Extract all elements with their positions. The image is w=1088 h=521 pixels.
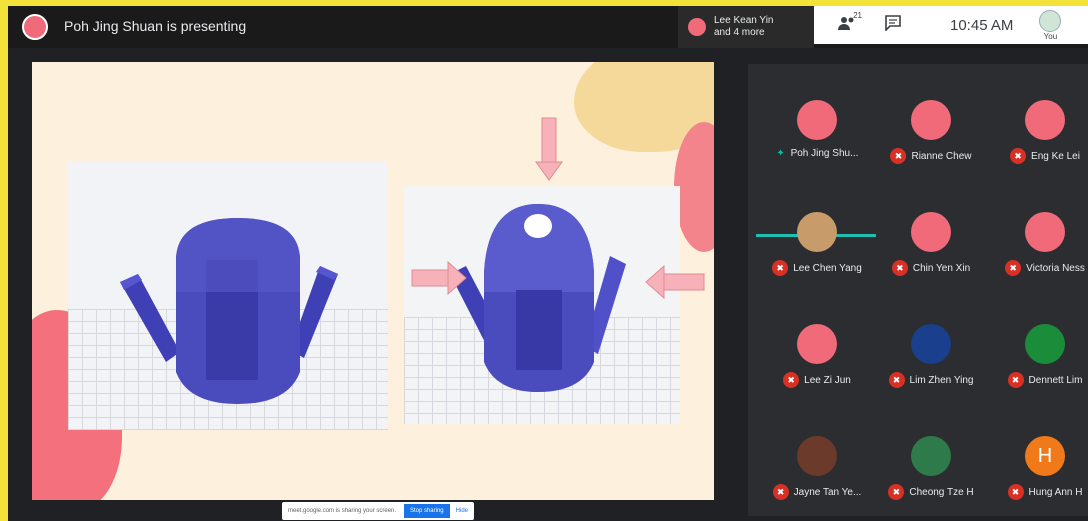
people-icon[interactable]: 21 bbox=[830, 11, 864, 36]
clock: 10:45 AM bbox=[950, 16, 1014, 34]
mic-on-icon: ✦ bbox=[776, 148, 785, 159]
mic-off-icon: ✖ bbox=[888, 372, 905, 388]
participant-tile[interactable]: ✖ Lim Zhen Ying bbox=[872, 316, 990, 416]
participant-name: Lee Zi Jun bbox=[804, 374, 851, 386]
arrow-left-icon bbox=[645, 264, 705, 300]
shared-screen bbox=[32, 62, 714, 500]
participant-avatar bbox=[797, 212, 837, 252]
participant-avatar: H bbox=[1025, 436, 1065, 476]
mic-off-icon: ✖ bbox=[772, 484, 789, 500]
participant-name: Hung Ann H bbox=[1028, 486, 1083, 498]
chat-icon[interactable] bbox=[876, 14, 910, 36]
participant-name: Chin Yen Xin bbox=[912, 262, 971, 274]
participant-name: Lim Zhen Ying bbox=[909, 374, 974, 386]
stop-sharing-button[interactable]: Stop sharing bbox=[403, 504, 450, 518]
self-avatar[interactable]: You bbox=[1039, 9, 1062, 41]
participant-name: Lee Chen Yang bbox=[793, 262, 862, 274]
share-message: meet.google.com is sharing your screen. bbox=[288, 508, 397, 514]
participant-tile[interactable]: ✖ Dennett Lim bbox=[986, 316, 1088, 416]
presenting-label: Poh Jing Shuan is presenting bbox=[64, 18, 247, 34]
presenter-avatar bbox=[22, 14, 48, 40]
participant-name: Jayne Tan Ye... bbox=[793, 486, 862, 498]
people-count: 21 bbox=[853, 10, 862, 20]
meeting-controls: 21 10:45 AM You bbox=[814, 6, 1088, 44]
participants-grid: ✦ Poh Jing Shu... ✖ Rianne Chew ✖ Eng Ke Lei ✖… bbox=[748, 64, 1088, 516]
participant-tile[interactable]: ✖ Cheong Tze H bbox=[872, 428, 990, 521]
mic-off-icon: ✖ bbox=[1007, 484, 1024, 500]
participant-avatar bbox=[1025, 212, 1065, 252]
participant-avatar bbox=[911, 100, 951, 140]
you-avatar bbox=[1039, 9, 1062, 32]
mic-off-icon: ✖ bbox=[783, 372, 800, 388]
participant-avatar bbox=[797, 324, 837, 364]
participant-tile[interactable]: ✖ Lee Chen Yang bbox=[758, 204, 876, 304]
participant-tile[interactable]: H ✖ Hung Ann H bbox=[986, 428, 1088, 521]
participant-tile[interactable]: ✖ Lee Zi Jun bbox=[758, 316, 876, 416]
top-bar: Poh Jing Shuan is presenting Lee Kean Yi… bbox=[8, 6, 1088, 48]
participant-avatar bbox=[911, 436, 951, 476]
others-avatar bbox=[688, 18, 706, 36]
participant-tile[interactable]: ✖ Chin Yen Xin bbox=[872, 204, 990, 304]
participant-avatar bbox=[1025, 100, 1065, 140]
participant-name: Eng Ke Lei bbox=[1031, 150, 1080, 162]
mic-off-icon: ✖ bbox=[888, 484, 905, 500]
participant-name: Rianne Chew bbox=[911, 150, 972, 162]
others-more: and 4 more bbox=[714, 27, 765, 38]
annotation-arrows bbox=[411, 117, 705, 300]
participant-tile[interactable]: ✦ Poh Jing Shu... bbox=[758, 92, 876, 192]
mic-off-icon: ✖ bbox=[772, 260, 789, 276]
participant-name: Cheong Tze H bbox=[909, 486, 974, 498]
participant-avatar bbox=[797, 100, 837, 140]
you-label: You bbox=[1043, 31, 1058, 41]
participant-name: Victoria Ness bbox=[1026, 262, 1085, 274]
arrow-down-icon bbox=[535, 117, 563, 181]
mic-off-icon: ✖ bbox=[891, 260, 908, 276]
participant-avatar bbox=[797, 436, 837, 476]
others-name: Lee Kean Yin bbox=[714, 15, 774, 26]
participant-avatar bbox=[1025, 324, 1065, 364]
mic-off-icon: ✖ bbox=[1007, 372, 1024, 388]
mic-off-icon: ✖ bbox=[1005, 260, 1022, 276]
participant-name: Dennett Lim bbox=[1028, 374, 1083, 386]
participant-tile[interactable]: ✖ Rianne Chew bbox=[872, 92, 990, 192]
mic-off-icon: ✖ bbox=[890, 148, 907, 164]
participant-tile[interactable]: ✖ Victoria Ness bbox=[986, 204, 1088, 304]
screen-share-bar: meet.google.com is sharing your screen. … bbox=[282, 502, 474, 520]
participant-name: Poh Jing Shu... bbox=[790, 148, 859, 159]
participant-tile[interactable]: ✖ Jayne Tan Ye... bbox=[758, 428, 876, 521]
other-participants-chip[interactable]: Lee Kean Yin and 4 more bbox=[678, 6, 814, 48]
mic-off-icon: ✖ bbox=[1010, 148, 1027, 164]
participant-avatar bbox=[911, 324, 951, 364]
arrow-right-icon bbox=[411, 260, 467, 296]
participant-tile[interactable]: ✖ Eng Ke Lei bbox=[986, 92, 1088, 192]
meet-window: Poh Jing Shuan is presenting Lee Kean Yi… bbox=[8, 6, 1088, 521]
hide-button[interactable]: Hide bbox=[450, 508, 474, 514]
participant-avatar bbox=[911, 212, 951, 252]
